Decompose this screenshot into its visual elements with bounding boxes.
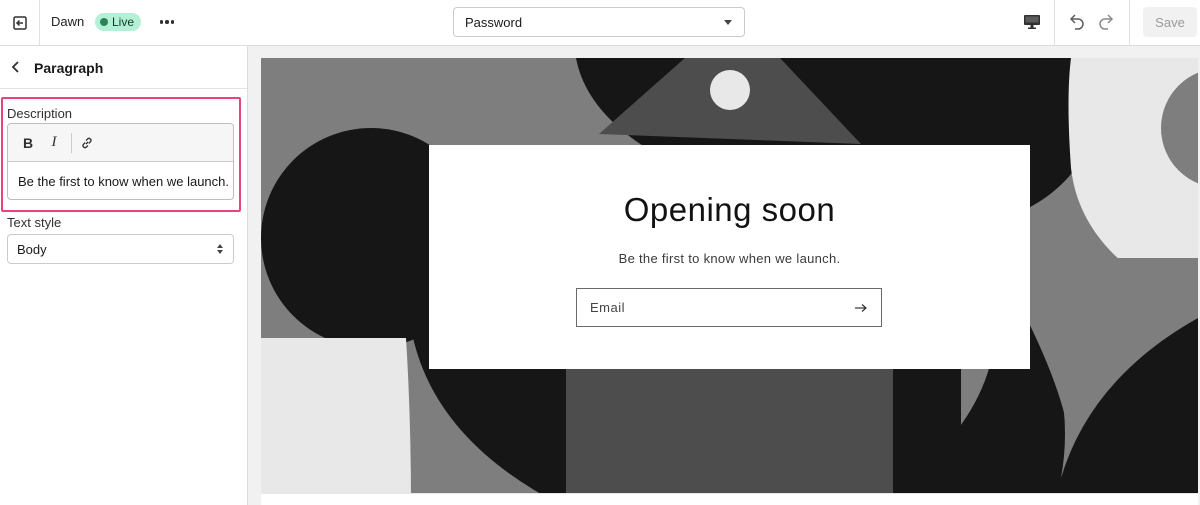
status-badge: Live [95,13,142,31]
bold-button[interactable]: B [18,132,38,154]
page-title: Opening soon [623,191,836,228]
template-select[interactable]: Password [453,7,745,37]
panel-divider [0,88,247,89]
text-style-label: Text style [7,215,62,230]
desktop-icon [1024,15,1040,29]
undo-button[interactable] [1065,10,1087,32]
email-placeholder: Email [590,300,626,315]
exit-icon [12,15,27,30]
text-style-select[interactable]: Body [7,234,234,264]
toolbar-separator [71,132,72,153]
toolbar-divider [1129,0,1130,45]
more-actions-button[interactable] [156,12,178,32]
redo-icon [1099,14,1114,30]
settings-sidebar: Paragraph Description B I Be the first t… [0,46,248,505]
description-label: Description [7,106,73,121]
text-style-value: Body [17,241,47,257]
undo-icon [1069,14,1084,30]
editor-toolbar: B I [8,124,233,162]
italic-button[interactable]: I [44,132,64,154]
chevron-down-icon [724,19,732,25]
more-icon [159,20,164,24]
back-button[interactable] [8,59,24,75]
store-preview: Opening soon Be the first to know when w… [261,58,1198,505]
live-dot-icon [100,18,108,26]
top-bar: Dawn Live Password Save [0,0,1200,46]
arrow-right-icon [855,303,867,312]
subscribe-button[interactable] [853,300,869,316]
toolbar-divider [1054,0,1055,45]
description-editor: B I Be the first to know when we launch. [7,123,234,200]
email-field[interactable]: Email [576,288,882,327]
redo-button[interactable] [1096,10,1118,32]
panel-title: Paragraph [34,60,104,76]
status-badge-label: Live [112,15,135,29]
description-text-area[interactable]: Be the first to know when we launch. [8,162,233,199]
exit-button[interactable] [0,0,40,45]
link-button[interactable] [77,132,97,154]
preview-footer-edge [261,493,1198,505]
link-icon [82,137,92,148]
save-button[interactable]: Save [1143,7,1197,37]
template-select-value: Password [465,14,523,30]
page-subtitle: Be the first to know when we launch. [618,251,841,266]
password-card: Opening soon Be the first to know when w… [429,145,1030,369]
theme-name: Dawn [51,14,85,29]
back-arrow-icon [11,61,19,73]
sort-icon [217,244,223,254]
desktop-view-button[interactable] [1020,11,1044,33]
